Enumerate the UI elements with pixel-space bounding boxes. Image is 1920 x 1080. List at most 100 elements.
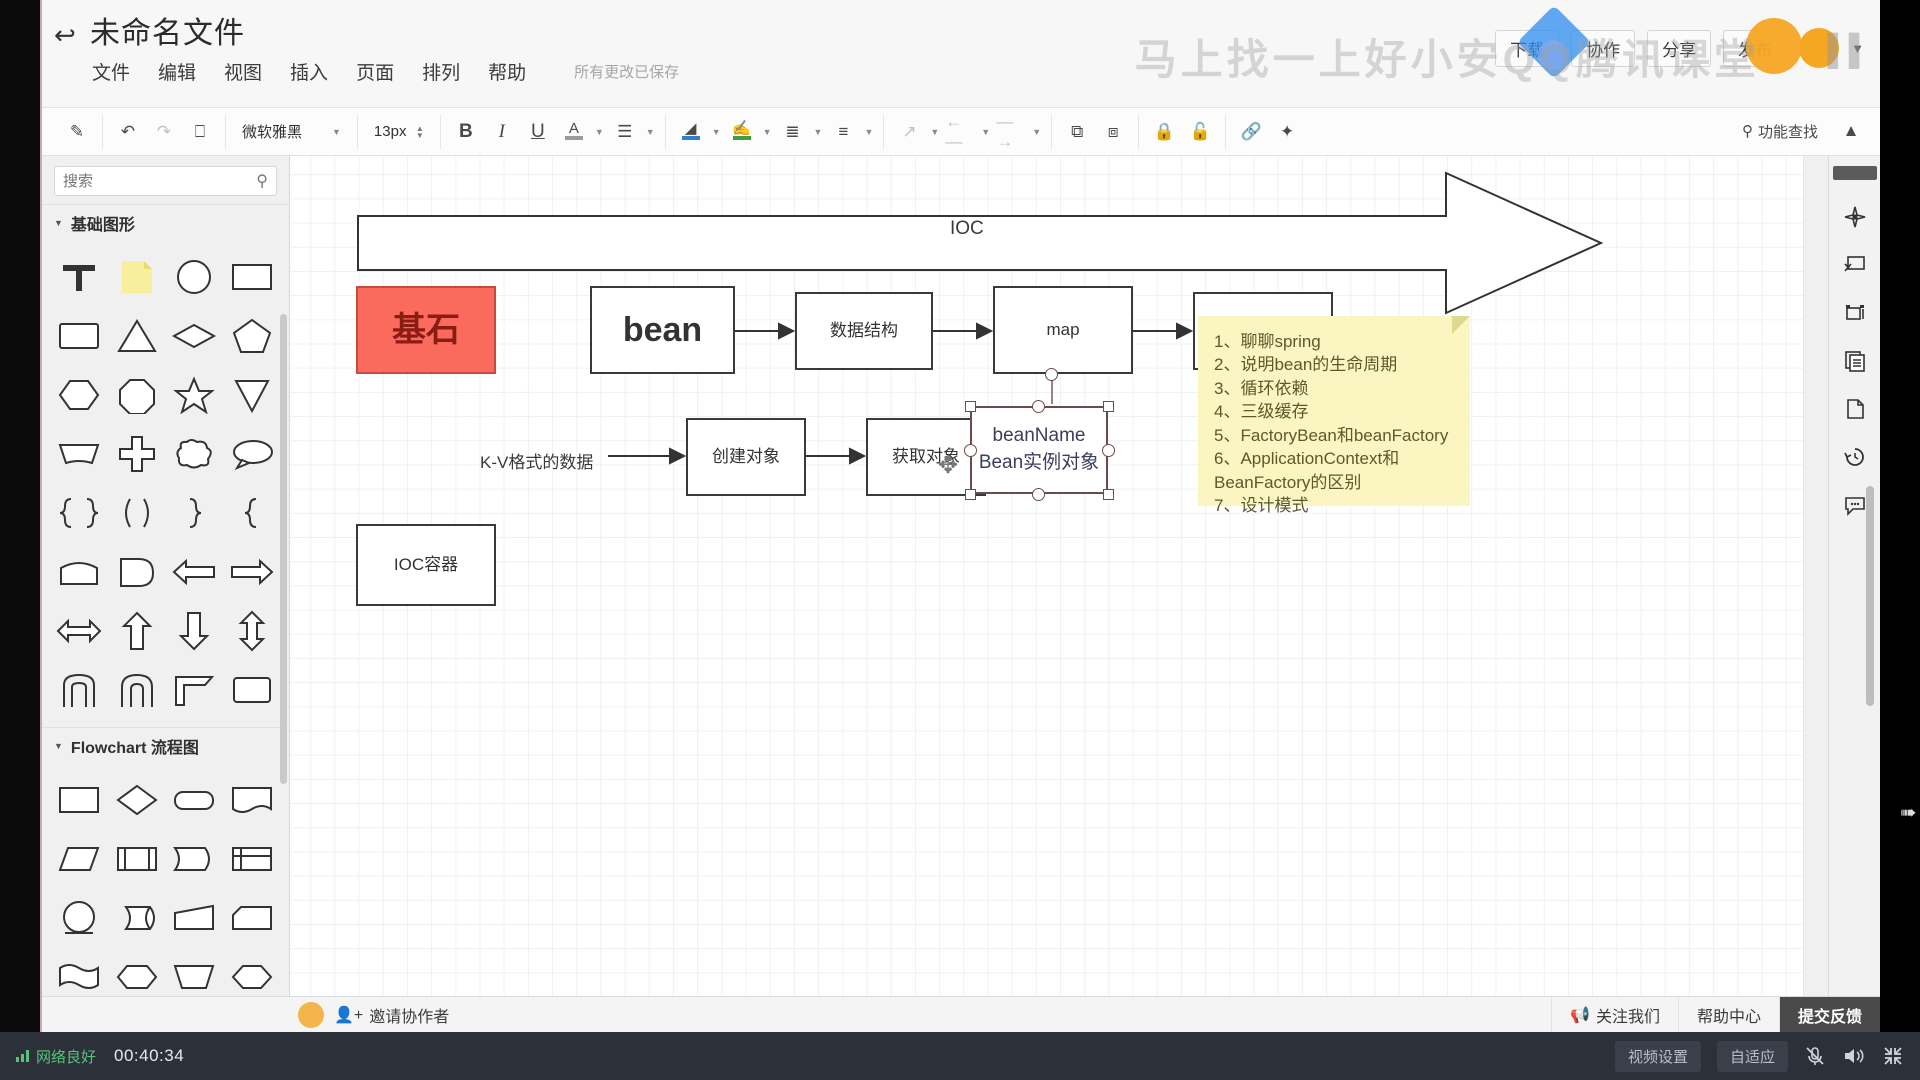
- align-icon[interactable]: ☰: [610, 117, 640, 147]
- magic-wand-icon[interactable]: ✦: [1272, 117, 1302, 147]
- shape-rectangle-icon[interactable]: [223, 249, 281, 304]
- presentation-icon[interactable]: [1838, 250, 1872, 280]
- layers-icon[interactable]: [1838, 346, 1872, 376]
- node-ioc-container[interactable]: IOC容器: [356, 524, 496, 606]
- bold-button[interactable]: B: [451, 117, 481, 147]
- clear-format-icon[interactable]: ⎕: [185, 117, 215, 147]
- shape-octagon-icon[interactable]: [108, 367, 166, 422]
- node-fetch-object[interactable]: 获取对象: [866, 418, 986, 496]
- stepper-arrows-icon[interactable]: ▲ ▼: [416, 124, 424, 139]
- quality-button[interactable]: 自适应: [1716, 1040, 1788, 1072]
- shape-diamond-icon[interactable]: [166, 308, 224, 363]
- undo-icon[interactable]: ↶: [113, 117, 143, 147]
- shape-speech-bubble-icon[interactable]: [223, 426, 281, 481]
- volume-icon[interactable]: [1842, 1045, 1866, 1067]
- node-map[interactable]: map: [993, 286, 1133, 374]
- canvas-area[interactable]: IOC 基石 bean 数据结构 map 三级缓存 K-V格式的数据 创建对象: [290, 156, 1828, 1032]
- shape-rounded-rect-icon[interactable]: [50, 308, 108, 363]
- shape-card-icon[interactable]: [223, 890, 281, 945]
- shape-scroll-area[interactable]: ▼ 基础图形 ▼ Flowchart 流程图: [42, 204, 289, 1032]
- shape-d-shape-icon[interactable]: [108, 544, 166, 599]
- canvas-vertical-scrollbar[interactable]: [1812, 160, 1824, 680]
- line-weight-icon[interactable]: ≣: [778, 117, 808, 147]
- connector-endpoint-handle[interactable]: [1045, 368, 1058, 381]
- rail-collapse-bar[interactable]: [1832, 166, 1877, 180]
- back-arrow-icon[interactable]: ↩: [54, 20, 76, 51]
- shape-curly-brace-pair-icon[interactable]: [50, 485, 108, 540]
- line-style-icon[interactable]: ≡: [828, 117, 858, 147]
- chevron-down-icon[interactable]: ▼: [814, 127, 823, 137]
- shape-bracket-arch-icon[interactable]: [108, 662, 166, 717]
- node-create-object[interactable]: 创建对象: [686, 418, 806, 496]
- shape-sticky-note-icon[interactable]: [108, 249, 166, 304]
- underline-button[interactable]: U: [523, 117, 553, 147]
- font-size-stepper[interactable]: 13px ▲ ▼: [368, 123, 430, 140]
- shape-arrow-right-icon[interactable]: [223, 544, 281, 599]
- follow-us-button[interactable]: 📢 关注我们: [1551, 997, 1678, 1032]
- shape-predefined-process-icon[interactable]: [108, 831, 166, 886]
- resize-handle-bl[interactable]: [965, 489, 976, 500]
- arrow-end-icon[interactable]: —→: [996, 112, 1026, 151]
- menu-item-edit[interactable]: 编辑: [158, 58, 196, 85]
- share-button[interactable]: 分享: [1647, 29, 1712, 67]
- history-icon[interactable]: [1838, 442, 1872, 472]
- invite-collaborator[interactable]: 👤+ 邀请协作者: [298, 1001, 449, 1028]
- shape-inverted-triangle-icon[interactable]: [223, 367, 281, 422]
- chevron-down-icon[interactable]: ▼: [595, 127, 604, 137]
- resize-handle-tr[interactable]: [1103, 401, 1114, 412]
- node-bean[interactable]: bean: [590, 286, 735, 374]
- bring-to-front-icon[interactable]: ⧉: [1062, 117, 1092, 147]
- navigator-icon[interactable]: [1838, 202, 1872, 232]
- page-icon[interactable]: [1838, 394, 1872, 424]
- italic-button[interactable]: I: [487, 117, 517, 147]
- resize-handle-br[interactable]: [1103, 489, 1114, 500]
- node-data-structure[interactable]: 数据结构: [795, 292, 933, 370]
- chevron-up-icon[interactable]: ▲: [1836, 116, 1866, 146]
- help-center-button[interactable]: 帮助中心: [1677, 997, 1779, 1032]
- menu-item-help[interactable]: 帮助: [488, 58, 526, 85]
- shape-triangle-icon[interactable]: [108, 308, 166, 363]
- shape-arch-rect-icon[interactable]: [50, 544, 108, 599]
- section-basic-shapes[interactable]: ▼ 基础图形: [42, 204, 289, 243]
- page-title[interactable]: 未命名文件: [90, 8, 245, 52]
- menu-item-insert[interactable]: 插入: [290, 58, 328, 85]
- shape-arrow-left-icon[interactable]: [166, 544, 224, 599]
- chevron-down-icon[interactable]: ▼: [1032, 127, 1041, 137]
- shape-left-brace-icon[interactable]: [223, 485, 281, 540]
- shape-process-icon[interactable]: [50, 772, 108, 827]
- shape-panel-scrollbar[interactable]: [280, 314, 287, 784]
- send-to-back-icon[interactable]: ⧈: [1098, 117, 1128, 147]
- lock-icon[interactable]: 🔒: [1149, 117, 1179, 147]
- shape-arrow-down-icon[interactable]: [166, 603, 224, 658]
- shape-table-icon[interactable]: [223, 831, 281, 886]
- unlock-icon[interactable]: 🔓: [1185, 117, 1215, 147]
- shape-direct-access-icon[interactable]: [108, 890, 166, 945]
- video-settings-button[interactable]: 视频设置: [1614, 1040, 1701, 1072]
- shape-connector-circle-icon[interactable]: [50, 890, 108, 945]
- node-beanname-selected[interactable]: beanName Bean实例对象: [970, 406, 1108, 494]
- shape-bracket-u-icon[interactable]: [50, 662, 108, 717]
- chevron-down-icon[interactable]: ▼: [646, 127, 655, 137]
- shape-right-brace-icon[interactable]: [166, 485, 224, 540]
- search-input[interactable]: [63, 172, 257, 190]
- arrow-start-icon[interactable]: ←—: [945, 112, 975, 151]
- shape-cross-icon[interactable]: [108, 426, 166, 481]
- node-stone[interactable]: 基石: [356, 286, 496, 374]
- exit-fullscreen-icon[interactable]: [1882, 1045, 1904, 1067]
- rail-scrollbar[interactable]: [1866, 486, 1874, 706]
- shape-decision-icon[interactable]: [108, 772, 166, 827]
- shape-pentagon-icon[interactable]: [223, 308, 281, 363]
- link-icon[interactable]: 🔗: [1236, 117, 1266, 147]
- shape-data-icon[interactable]: [50, 831, 108, 886]
- menu-item-view[interactable]: 视图: [224, 58, 262, 85]
- search-icon[interactable]: ⚲: [256, 171, 268, 191]
- search-box[interactable]: ⚲: [54, 166, 277, 196]
- shape-cloud-icon[interactable]: [166, 426, 224, 481]
- line-color-icon[interactable]: ✍: [727, 117, 757, 147]
- shape-internal-storage-icon[interactable]: [166, 831, 224, 886]
- menu-item-page[interactable]: 页面: [356, 58, 394, 85]
- shape-paren-pair-icon[interactable]: [108, 485, 166, 540]
- shape-arrow-up-icon[interactable]: [108, 603, 166, 658]
- function-search-button[interactable]: ⚲ 功能查找: [1742, 121, 1818, 142]
- shape-manual-input-icon[interactable]: [166, 890, 224, 945]
